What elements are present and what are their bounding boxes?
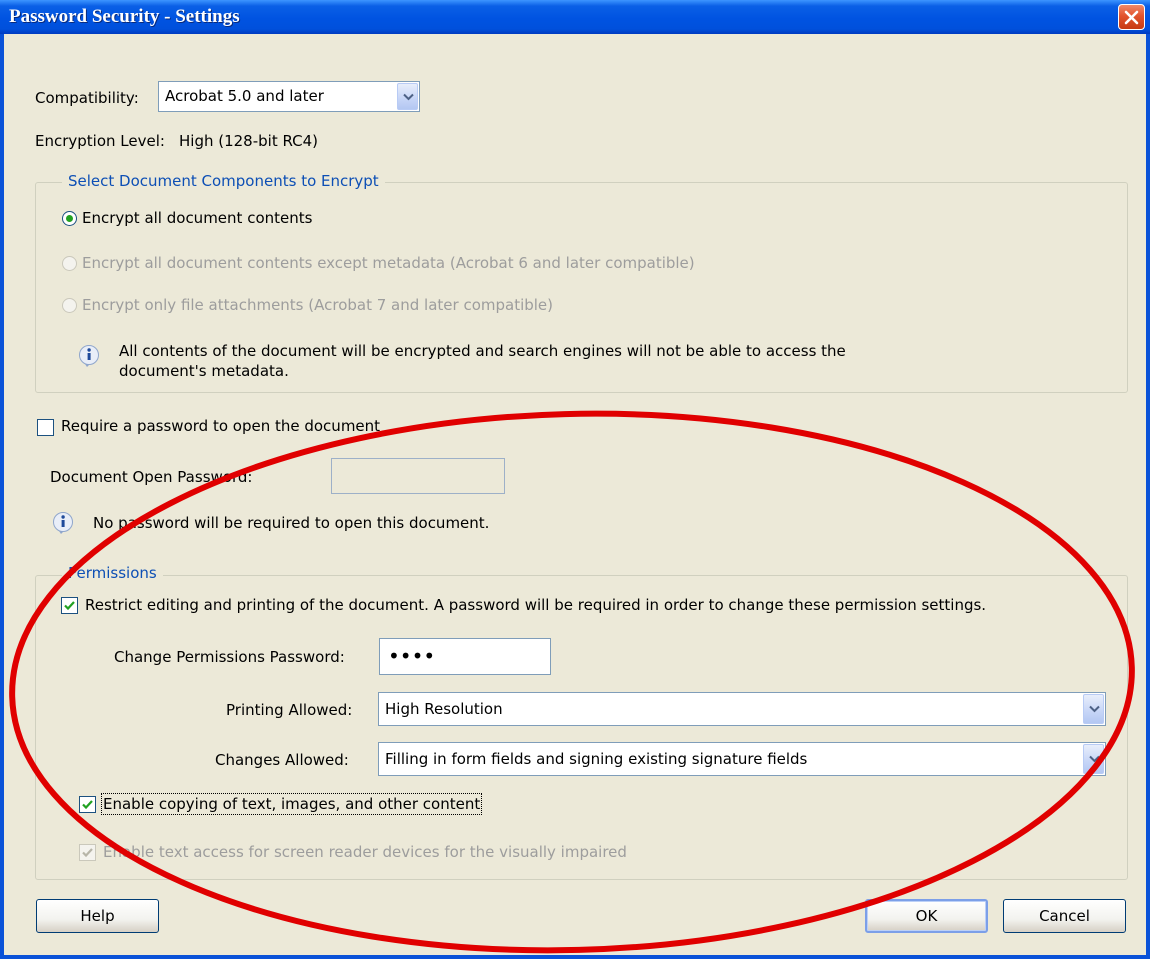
encrypt-info-line2: document's metadata. (119, 362, 289, 380)
radio-encrypt-all[interactable] (62, 211, 77, 226)
encryption-level-value: High (128-bit RC4) (179, 132, 319, 150)
chevron-down-icon (403, 93, 414, 100)
radio-selected-dot (66, 215, 73, 222)
radio-encrypt-except-metadata-label[interactable]: Encrypt all document contents except met… (82, 254, 695, 272)
close-button[interactable] (1118, 4, 1145, 30)
radio-encrypt-attachments-label[interactable]: Encrypt only file attachments (Acrobat 7… (82, 296, 553, 314)
compatibility-select[interactable]: Acrobat 5.0 and later (158, 81, 420, 112)
window-title: Password Security - Settings (9, 6, 240, 27)
encrypt-components-title: Select Document Components to Encrypt (62, 172, 385, 190)
compatibility-dropdown-button[interactable] (397, 83, 418, 110)
radio-encrypt-except-metadata[interactable] (62, 256, 77, 271)
info-icon (79, 345, 99, 367)
encryption-level-label: Encryption Level: (35, 132, 165, 150)
radio-encrypt-all-label[interactable]: Encrypt all document contents (82, 209, 312, 227)
radio-encrypt-attachments[interactable] (62, 298, 77, 313)
compatibility-value: Acrobat 5.0 and later (165, 87, 324, 105)
annotation-circle (9, 410, 1135, 954)
encrypt-info-line1: All contents of the document will be enc… (119, 342, 846, 360)
close-icon (1124, 10, 1139, 25)
compatibility-label: Compatibility: (35, 89, 139, 107)
